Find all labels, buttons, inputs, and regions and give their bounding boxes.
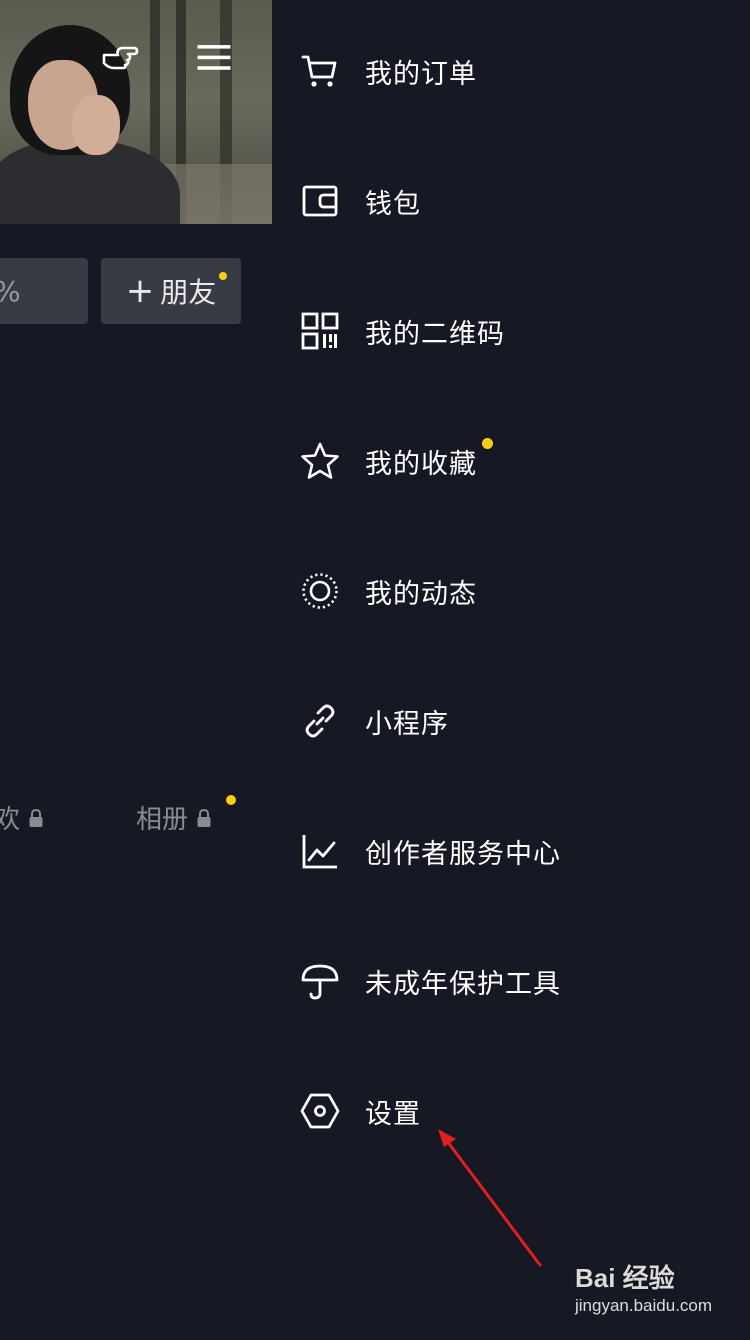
- drawer-item-creator-service-center[interactable]: 创作者服务中心: [300, 816, 561, 886]
- drawer-item-wallet[interactable]: 钱包: [300, 166, 421, 236]
- screen: % + 朋友 欢 相册: [0, 0, 750, 1340]
- tab-likes[interactable]: 欢: [0, 799, 44, 836]
- add-friend-button[interactable]: + 朋友: [101, 258, 241, 324]
- profile-cover-photo: [0, 0, 272, 224]
- annotation-arrow: [438, 1129, 542, 1267]
- profile-tabs: 欢 相册: [0, 795, 272, 845]
- drawer-item-mini-programs[interactable]: 小程序: [300, 686, 449, 756]
- qr-code-icon: [301, 312, 339, 350]
- hamburger-menu-icon[interactable]: [194, 38, 234, 78]
- drawer-item-my-moments[interactable]: 我的动态: [300, 556, 477, 626]
- star-icon: [301, 442, 339, 479]
- watermark-url: jingyan.baidu.com: [575, 1296, 713, 1315]
- notification-dot: [219, 272, 227, 280]
- cart-icon: [301, 55, 337, 87]
- baidu-jingyan-watermark: Bai 经验 jingyan.baidu.com: [575, 1258, 735, 1328]
- drawer-item-label: 钱包: [365, 188, 421, 220]
- drawer-item-my-favorites[interactable]: 我的收藏: [300, 426, 493, 496]
- drawer-item-label: 我的订单: [365, 58, 477, 90]
- chart-icon: [302, 835, 337, 869]
- tab-album-label: 相册: [136, 805, 189, 835]
- drawer-item-label: 我的收藏: [365, 437, 493, 481]
- profile-background-panel: % + 朋友 欢 相册: [0, 0, 272, 1340]
- drawer-item-label: 小程序: [365, 708, 449, 740]
- pointing-hand-icon[interactable]: [100, 35, 140, 75]
- edit-profile-button-label: %: [0, 275, 21, 308]
- notification-dot: [226, 795, 237, 805]
- add-friend-label: 朋友: [160, 276, 217, 309]
- tab-album[interactable]: 相册: [136, 795, 237, 836]
- notification-dot: [482, 437, 493, 449]
- drawer-item-label-text: 我的收藏: [365, 448, 477, 480]
- drawer-item-minor-protection[interactable]: 未成年保护工具: [300, 946, 561, 1016]
- umbrella-icon: [301, 964, 339, 1000]
- hexagon-settings-icon: [300, 1093, 340, 1129]
- drawer-item-label: 我的二维码: [365, 318, 505, 350]
- link-icon: [305, 704, 335, 738]
- watermark-brand: Bai 经验: [575, 1263, 675, 1293]
- drawer-item-label: 设置: [365, 1098, 421, 1130]
- drawer-item-my-orders[interactable]: 我的订单: [300, 36, 477, 106]
- plus-icon: +: [125, 271, 155, 311]
- moments-icon: [302, 573, 338, 609]
- drawer-item-label: 未成年保护工具: [365, 968, 561, 1000]
- tab-likes-label: 欢: [0, 805, 21, 835]
- drawer-item-my-qr-code[interactable]: 我的二维码: [300, 296, 505, 366]
- edit-profile-button[interactable]: %: [0, 258, 88, 324]
- drawer-item-settings[interactable]: 设置: [300, 1076, 421, 1146]
- lock-icon: [29, 808, 43, 827]
- lock-icon: [197, 808, 211, 827]
- wallet-icon: [302, 185, 338, 217]
- drawer-item-label: 我的动态: [365, 578, 477, 610]
- drawer-item-label: 创作者服务中心: [365, 838, 561, 870]
